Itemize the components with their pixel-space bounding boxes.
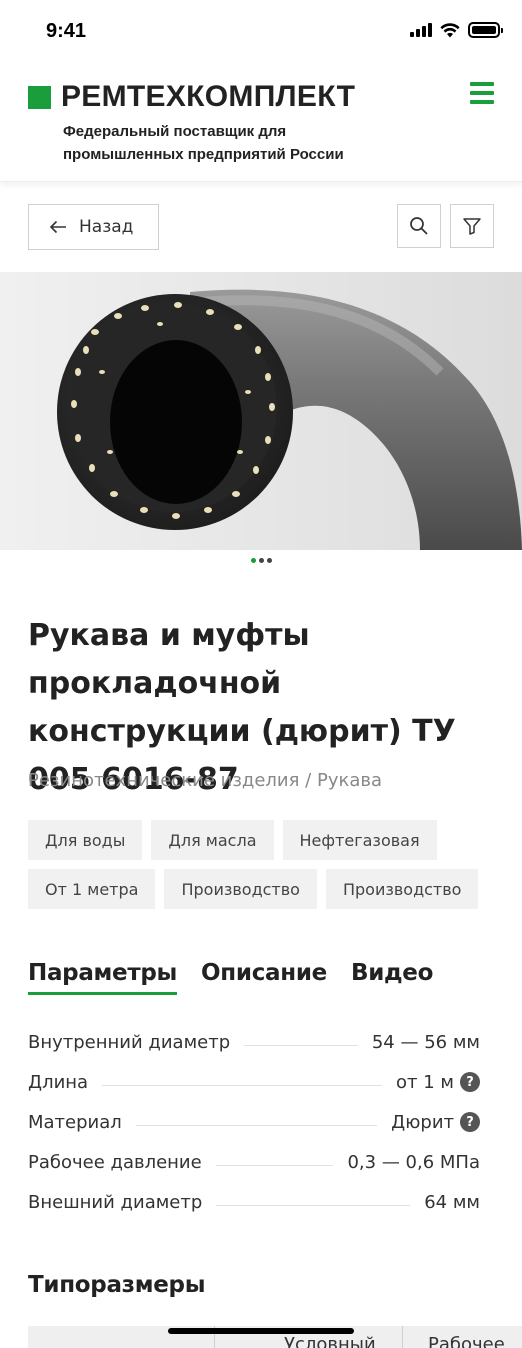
- filter-icon: [463, 218, 481, 235]
- param-leader-line: [215, 1164, 334, 1166]
- param-label: Рабочее давление: [28, 1151, 202, 1173]
- breadcrumb[interactable]: Резинотехнические изделия / Рукава: [28, 770, 382, 791]
- filter-button[interactable]: [450, 204, 494, 248]
- parameters-list: Внутренний диаметр 54 — 56 мм Длина от 1…: [28, 1022, 480, 1222]
- toolbar: Назад: [0, 204, 522, 250]
- param-value: 54 — 56 мм: [371, 1031, 480, 1053]
- arrow-left-icon: [49, 220, 66, 234]
- param-value: от 1 м: [396, 1071, 454, 1093]
- tab-parameters[interactable]: Параметры: [28, 960, 177, 995]
- param-leader-line: [244, 1044, 358, 1046]
- param-leader-line: [216, 1204, 411, 1206]
- param-label: Длина: [28, 1071, 89, 1093]
- sizes-column-header: Рабочее: [428, 1334, 505, 1348]
- gallery-dot[interactable]: [250, 558, 256, 563]
- status-icons: [410, 22, 503, 38]
- tag[interactable]: Нефтегазовая: [282, 820, 437, 860]
- wifi-icon: [440, 22, 460, 37]
- search-icon: [410, 217, 428, 235]
- gallery-dot[interactable]: [258, 558, 264, 563]
- param-label: Внутренний диаметр: [28, 1031, 231, 1053]
- param-row: Материал Дюрит?: [28, 1102, 480, 1142]
- hose-image: [0, 272, 522, 550]
- param-leader-line: [102, 1084, 383, 1086]
- param-value: 64 мм: [424, 1191, 480, 1213]
- product-image[interactable]: [0, 272, 522, 550]
- help-icon[interactable]: ?: [460, 1072, 480, 1092]
- menu-icon[interactable]: [470, 82, 494, 104]
- logo-mark: [28, 85, 51, 109]
- tab-description[interactable]: Описание: [201, 960, 327, 995]
- product-tabs: Параметры Описание Видео: [28, 960, 433, 995]
- tag[interactable]: Для масла: [151, 820, 274, 860]
- param-value: Дюрит: [391, 1111, 454, 1133]
- battery-icon: [468, 22, 503, 38]
- logo-tagline: Федеральный поставщик для промышленных п…: [63, 123, 344, 163]
- param-row: Внешний диаметр 64 мм: [28, 1182, 480, 1222]
- tag[interactable]: Производство: [325, 869, 479, 909]
- back-button[interactable]: Назад: [28, 204, 159, 250]
- search-button[interactable]: [397, 204, 441, 248]
- tag[interactable]: Производство: [164, 869, 317, 909]
- param-row: Длина от 1 м?: [28, 1062, 480, 1102]
- status-bar: 9:41: [0, 0, 522, 62]
- tab-video[interactable]: Видео: [351, 960, 433, 995]
- logo-text: РЕМТЕХКОМПЛЕКТ: [61, 80, 356, 113]
- param-label: Внешний диаметр: [28, 1191, 203, 1213]
- param-leader-line: [135, 1124, 378, 1126]
- cellular-signal-icon: [410, 23, 432, 37]
- param-row: Рабочее давление 0,3 — 0,6 МПа: [28, 1142, 480, 1182]
- param-label: Материал: [28, 1111, 122, 1133]
- sizes-column-header: Условный: [284, 1334, 376, 1348]
- logo[interactable]: РЕМТЕХКОМПЛЕКТ: [28, 80, 355, 114]
- back-button-label: Назад: [79, 217, 134, 237]
- param-row: Внутренний диаметр 54 — 56 мм: [28, 1022, 480, 1062]
- tag-list: Для воды Для масла Нефтегазовая От 1 мет…: [28, 820, 508, 909]
- sizes-title: Типоразмеры: [28, 1272, 206, 1298]
- tag[interactable]: От 1 метра: [28, 869, 156, 909]
- gallery-dot[interactable]: [266, 558, 272, 563]
- home-indicator[interactable]: [168, 1328, 354, 1334]
- gallery-pagination[interactable]: [0, 558, 522, 563]
- tag[interactable]: Для воды: [28, 820, 143, 860]
- site-header: РЕМТЕХКОМПЛЕКТ Федеральный поставщик для…: [0, 62, 522, 182]
- status-time: 9:41: [46, 20, 87, 42]
- column-divider: [402, 1326, 403, 1348]
- param-value: 0,3 — 0,6 МПа: [347, 1151, 480, 1173]
- help-icon[interactable]: ?: [460, 1112, 480, 1132]
